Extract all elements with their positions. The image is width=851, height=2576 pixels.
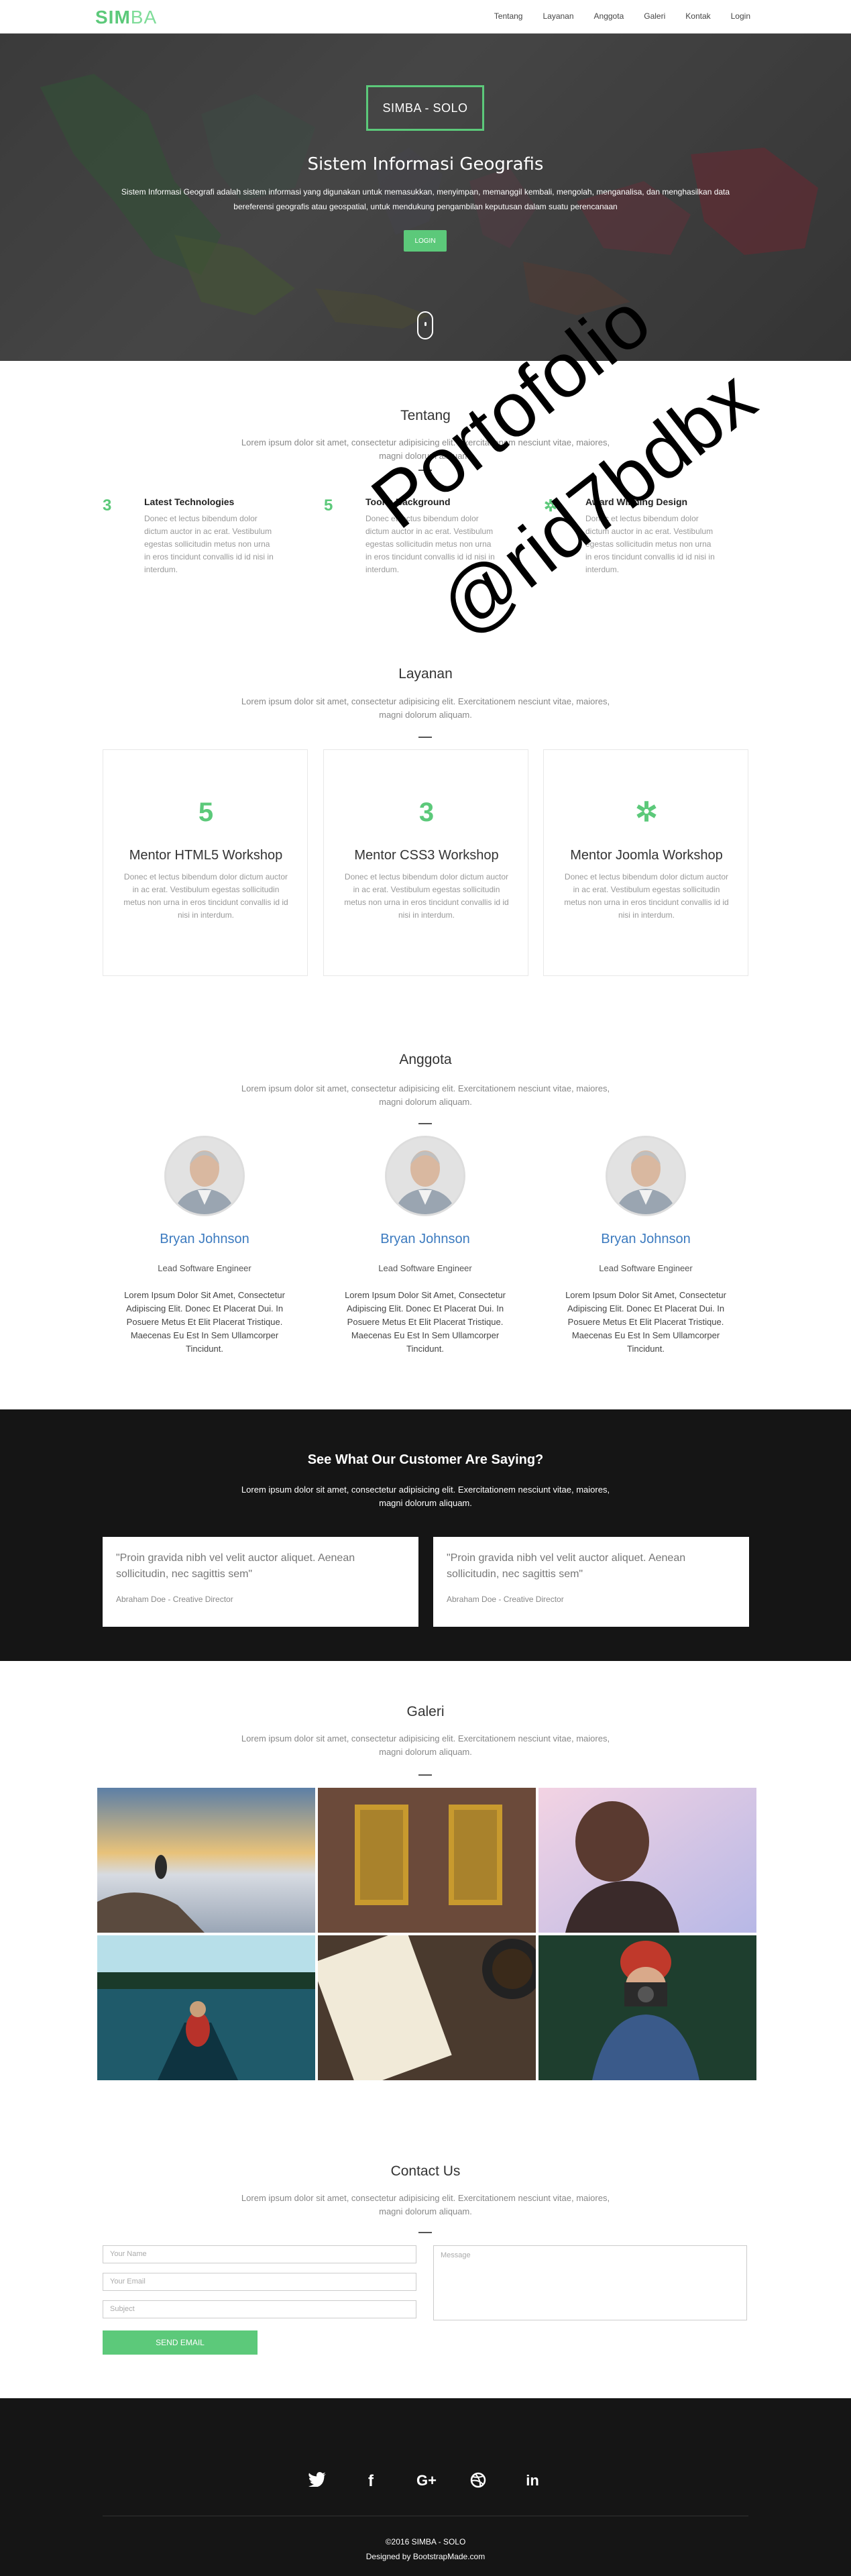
member-role: Lead Software Engineer bbox=[378, 1263, 472, 1273]
hero-section: SIMBA - SOLO Sistem Informasi Geografis … bbox=[0, 34, 851, 361]
gallery-image[interactable] bbox=[318, 1788, 536, 1933]
member-name[interactable]: Bryan Johnson bbox=[545, 1232, 746, 1247]
member-role: Lead Software Engineer bbox=[599, 1263, 693, 1273]
feature-title: Toons Background bbox=[365, 496, 451, 507]
hero-title: Sistem Informasi Geografis bbox=[307, 154, 544, 174]
nav-item-kontak[interactable]: Kontak bbox=[685, 11, 710, 21]
member-description: Lorem Ipsum Dolor Sit Amet, Consectetur … bbox=[345, 1290, 506, 1354]
service-text: Donec et lectus bibendum dolor dictum au… bbox=[123, 872, 288, 920]
service-title: Mentor CSS3 Workshop bbox=[354, 848, 499, 863]
top-navbar: SIMBA Tentang Layanan Anggota Galeri Kon… bbox=[0, 0, 851, 34]
brand-logo[interactable]: SIMBA bbox=[95, 7, 157, 28]
feature-item: 5 Toons Background Donec et lectus biben… bbox=[324, 496, 498, 590]
team-divider bbox=[418, 1123, 432, 1124]
member-description: Lorem Ipsum Dolor Sit Amet, Consectetur … bbox=[124, 1290, 285, 1354]
gallery-image[interactable] bbox=[97, 1935, 315, 2080]
linkedin-icon[interactable]: in bbox=[522, 2472, 543, 2492]
feature-text: Donec et lectus bibendum dolor dictum au… bbox=[144, 514, 274, 574]
nav-item-layanan[interactable]: Layanan bbox=[543, 11, 573, 21]
subject-input[interactable]: Subject bbox=[103, 2300, 416, 2318]
feature-title: Latest Technologies bbox=[144, 496, 235, 507]
testimonial-quote: "Proin gravida nibh vel velit auctor ali… bbox=[116, 1552, 355, 1580]
service-text: Donec et lectus bibendum dolor dictum au… bbox=[564, 872, 729, 920]
avatar bbox=[606, 1136, 686, 1216]
avatar bbox=[385, 1136, 465, 1216]
feature-text: Donec et lectus bibendum dolor dictum au… bbox=[365, 514, 495, 574]
designed-by-prefix: Designed by bbox=[365, 2552, 411, 2561]
scroll-mouse-icon[interactable] bbox=[417, 311, 433, 339]
feature-text: Donec et lectus bibendum dolor dictum au… bbox=[585, 514, 715, 574]
joomla-icon: ✲ bbox=[635, 798, 658, 827]
team-subtitle: Lorem ipsum dolor sit amet, consectetur … bbox=[241, 1083, 610, 1107]
hero-badge: SIMBA - SOLO bbox=[366, 85, 484, 131]
send-email-button[interactable]: SEND EMAIL bbox=[103, 2330, 258, 2355]
about-divider bbox=[418, 470, 432, 471]
gallery-image[interactable] bbox=[538, 1935, 756, 2080]
testimonial-card: "Proin gravida nibh vel velit auctor ali… bbox=[433, 1537, 749, 1627]
google-plus-icon[interactable]: G+ bbox=[412, 2472, 441, 2492]
about-subtitle: Lorem ipsum dolor sit amet, consectetur … bbox=[241, 437, 610, 461]
facebook-icon[interactable]: f bbox=[361, 2472, 381, 2492]
member-name[interactable]: Bryan Johnson bbox=[104, 1232, 305, 1247]
message-textarea[interactable]: Message bbox=[433, 2245, 747, 2320]
name-input[interactable]: Your Name bbox=[103, 2245, 416, 2263]
css3-icon: 3 bbox=[103, 496, 112, 515]
designer-link[interactable]: BootstrapMade.com bbox=[413, 2552, 485, 2561]
css3-icon: 3 bbox=[418, 798, 435, 827]
member-description: Lorem Ipsum Dolor Sit Amet, Consectetur … bbox=[565, 1290, 726, 1354]
footer: f G+ in ©2016 SIMBA - SOLO Designed by B… bbox=[0, 2398, 851, 2576]
nav-item-login[interactable]: Login bbox=[731, 11, 750, 21]
html5-icon: 5 bbox=[198, 798, 214, 827]
services-divider bbox=[418, 737, 432, 738]
gallery-image[interactable] bbox=[97, 1788, 315, 1933]
services-subtitle: Lorem ipsum dolor sit amet, consectetur … bbox=[241, 696, 610, 720]
feature-item: ✲ Award Winning Design Donec et lectus b… bbox=[544, 496, 718, 590]
service-text: Donec et lectus bibendum dolor dictum au… bbox=[344, 872, 509, 920]
gallery-divider bbox=[418, 1774, 432, 1776]
html5-icon: 5 bbox=[324, 496, 333, 515]
member-role: Lead Software Engineer bbox=[158, 1263, 251, 1273]
about-title: Tentang bbox=[400, 408, 451, 423]
testimonial-card: "Proin gravida nibh vel velit auctor ali… bbox=[103, 1537, 418, 1627]
contact-title: Contact Us bbox=[390, 2163, 461, 2179]
copyright: ©2016 SIMBA - SOLO bbox=[385, 2537, 466, 2546]
gallery-title: Galeri bbox=[406, 1704, 445, 1719]
service-card: 3 Mentor CSS3 Workshop Donec et lectus b… bbox=[323, 749, 528, 976]
service-card: 5 Mentor HTML5 Workshop Donec et lectus … bbox=[103, 749, 308, 976]
brand-part-a: SIM bbox=[95, 7, 131, 28]
email-input[interactable]: Your Email bbox=[103, 2273, 416, 2291]
brand-part-b: BA bbox=[130, 7, 158, 28]
feature-title: Award Winning Design bbox=[585, 496, 688, 507]
nav-item-galeri[interactable]: Galeri bbox=[644, 11, 665, 21]
joomla-icon: ✲ bbox=[544, 497, 558, 515]
designed-by: Designed by BootstrapMade.com bbox=[0, 2552, 851, 2561]
testimonial-author: Abraham Doe - Creative Director bbox=[447, 1595, 564, 1604]
twitter-icon[interactable] bbox=[307, 2472, 327, 2492]
nav-item-tentang[interactable]: Tentang bbox=[494, 11, 523, 21]
testimonial-quote: "Proin gravida nibh vel velit auctor ali… bbox=[447, 1552, 686, 1580]
nav-menu: Tentang Layanan Anggota Galeri Kontak Lo… bbox=[494, 11, 750, 21]
member-name[interactable]: Bryan Johnson bbox=[325, 1232, 526, 1247]
team-title: Anggota bbox=[399, 1052, 452, 1067]
page: SIMBA Tentang Layanan Anggota Galeri Kon… bbox=[0, 0, 851, 2576]
avatar bbox=[164, 1136, 245, 1216]
service-title: Mentor Joomla Workshop bbox=[570, 848, 723, 863]
dribbble-icon[interactable] bbox=[468, 2472, 488, 2492]
services-title: Layanan bbox=[398, 666, 453, 682]
contact-divider bbox=[418, 2232, 432, 2233]
testimonials-subtitle: Lorem ipsum dolor sit amet, consectetur … bbox=[241, 1485, 610, 1508]
service-title: Mentor HTML5 Workshop bbox=[129, 848, 283, 863]
testimonials-section: See What Our Customer Are Saying? Lorem … bbox=[0, 1409, 851, 1661]
feature-item: 3 Latest Technologies Donec et lectus bi… bbox=[103, 496, 277, 590]
testimonial-author: Abraham Doe - Creative Director bbox=[116, 1595, 233, 1604]
contact-subtitle: Lorem ipsum dolor sit amet, consectetur … bbox=[241, 2193, 610, 2216]
gallery-image[interactable] bbox=[318, 1935, 536, 2080]
login-button[interactable]: LOGIN bbox=[404, 230, 447, 252]
nav-item-anggota[interactable]: Anggota bbox=[594, 11, 624, 21]
gallery-subtitle: Lorem ipsum dolor sit amet, consectetur … bbox=[241, 1733, 610, 1757]
testimonials-title: See What Our Customer Are Saying? bbox=[307, 1452, 544, 1467]
hero-description: Sistem Informasi Geografi adalah sistem … bbox=[121, 187, 730, 211]
service-card: ✲ Mentor Joomla Workshop Donec et lectus… bbox=[543, 749, 748, 976]
gallery-image[interactable] bbox=[538, 1788, 756, 1933]
